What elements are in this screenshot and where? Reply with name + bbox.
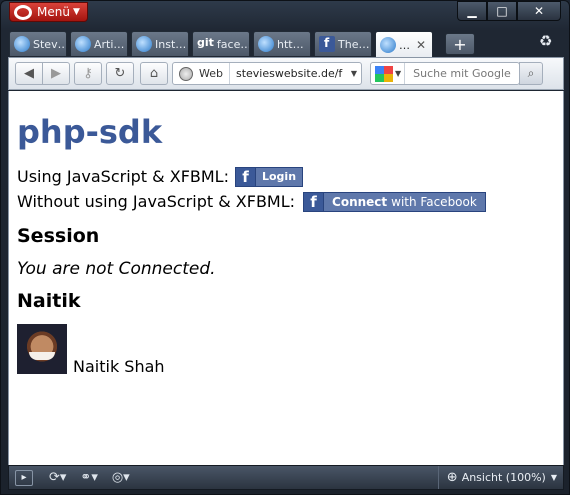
opera-site-icon <box>258 36 274 52</box>
tab-label: Stev… <box>33 37 67 51</box>
login-label: Login <box>261 170 297 183</box>
page-title: php-sdk <box>17 113 163 151</box>
search-field[interactable]: ▼ Suche mit Google <box>370 62 520 85</box>
zoom-label: Ansicht (100%) <box>461 471 546 484</box>
reload-icon: ↻ <box>114 66 126 81</box>
panel-icon: ▸ <box>21 472 27 483</box>
browser-window: Menü ▼ ▁ □ ✕ Stev… Arti… Inst… git face…… <box>0 0 570 495</box>
nojs-label: Without using JavaScript & XFBML: <box>17 192 296 211</box>
tab-label: … <box>399 38 410 52</box>
connect-bold-label: Connect <box>332 194 388 209</box>
search-placeholder: Suche mit Google <box>413 67 511 80</box>
turbo-icon[interactable]: ◎▾ <box>112 470 130 485</box>
search-icon: ⌕ <box>527 66 535 80</box>
chevron-down-icon: ▼ <box>72 7 80 17</box>
opera-logo-icon <box>14 4 32 20</box>
chevron-down-icon[interactable]: ▼ <box>395 63 406 84</box>
google-icon <box>375 65 393 82</box>
home-icon: ⌂ <box>149 66 159 81</box>
opera-site-icon <box>75 36 91 52</box>
facebook-icon: f <box>304 192 325 211</box>
opera-site-icon <box>14 36 30 52</box>
zoom-control[interactable]: ⊕ Ansicht (100%) ▼ <box>437 466 557 489</box>
user-name: Naitik Shah <box>73 357 165 376</box>
menu-label: Menü <box>37 5 70 19</box>
git-icon: git <box>197 36 214 49</box>
tab-label: The… <box>338 37 370 51</box>
tab-label: Arti… <box>94 37 125 51</box>
trash-icon[interactable]: ♻ <box>539 32 555 52</box>
tab-label: face… <box>216 37 250 51</box>
facebook-icon <box>319 36 335 52</box>
tab-label: htt… <box>277 37 304 51</box>
opera-site-icon <box>380 37 396 53</box>
js-label: Using JavaScript & XFBML: <box>17 167 229 186</box>
reload-button[interactable]: ↻ <box>106 62 134 85</box>
user-heading: Naitik <box>17 290 81 312</box>
connect-label: Connect with Facebook <box>324 193 485 211</box>
sync-icon[interactable]: ⟳▾ <box>49 470 66 485</box>
address-type-label: Web <box>199 67 223 80</box>
connect-with-facebook-button[interactable]: f Connect with Facebook <box>303 191 486 212</box>
session-status: You are not Connected. <box>17 259 216 279</box>
facebook-icon: f <box>235 167 256 186</box>
tab[interactable]: Inst… <box>131 31 189 56</box>
tab[interactable]: htt… <box>253 31 311 56</box>
close-tab-icon[interactable]: ✕ <box>416 38 426 52</box>
facebook-login-button[interactable]: f Login <box>234 166 304 187</box>
tab[interactable]: Arti… <box>70 31 128 56</box>
zoom-icon: ⊕ <box>446 470 458 485</box>
minimize-button[interactable]: ▁ <box>457 1 487 21</box>
connect-rest-label: with Facebook <box>391 194 477 209</box>
arrow-left-icon: ◀ <box>24 66 34 81</box>
navigation-toolbar: ◀ ▶ ⚷ ↻ ⌂ Web stevieswebsite.de/f ▼ ▼ Su… <box>8 57 564 90</box>
forward-button[interactable]: ▶ <box>42 62 70 85</box>
wand-button[interactable]: ⚷ <box>74 62 102 85</box>
chevron-down-icon: ▼ <box>550 473 557 482</box>
globe-icon <box>179 66 193 81</box>
tab[interactable]: The… <box>314 31 372 56</box>
user-profile: Naitik Shah <box>17 324 563 376</box>
session-heading: Session <box>17 225 100 247</box>
maximize-button[interactable]: □ <box>487 1 517 21</box>
window-controls: ▁ □ ✕ <box>457 1 561 21</box>
opera-site-icon <box>136 36 152 52</box>
plus-icon: + <box>453 34 467 54</box>
status-bar: ▸ ⟳▾ ⚭▾ ◎▾ ⊕ Ansicht (100%) ▼ <box>8 465 564 490</box>
back-button[interactable]: ◀ <box>15 62 43 85</box>
nojs-login-row: Without using JavaScript & XFBML: f Conn… <box>17 189 563 214</box>
js-login-row: Using JavaScript & XFBML: f Login <box>17 164 563 189</box>
home-button[interactable]: ⌂ <box>140 62 168 85</box>
tab[interactable]: Stev… <box>9 31 67 56</box>
close-window-button[interactable]: ✕ <box>517 1 561 21</box>
key-icon: ⚷ <box>83 66 93 81</box>
new-tab-button[interactable]: + <box>445 33 475 55</box>
tab-strip: Stev… Arti… Inst… git face… htt… The… … … <box>9 31 475 58</box>
unite-icon[interactable]: ⚭▾ <box>80 470 97 485</box>
chevron-down-icon[interactable]: ▼ <box>347 69 361 78</box>
url-text[interactable]: stevieswebsite.de/f <box>228 63 347 84</box>
avatar <box>17 324 67 374</box>
tab-label: Inst… <box>155 37 187 51</box>
search-button[interactable]: ⌕ <box>519 62 543 85</box>
address-bar[interactable]: Web stevieswebsite.de/f ▼ <box>172 62 362 85</box>
menu-button[interactable]: Menü ▼ <box>9 2 88 22</box>
page-content: php-sdk Using JavaScript & XFBML: f Logi… <box>8 91 564 465</box>
tab-active[interactable]: … ✕ <box>375 31 433 58</box>
arrow-right-icon: ▶ <box>51 66 61 81</box>
tab[interactable]: git face… <box>192 31 250 56</box>
panel-toggle-button[interactable]: ▸ <box>15 469 33 486</box>
